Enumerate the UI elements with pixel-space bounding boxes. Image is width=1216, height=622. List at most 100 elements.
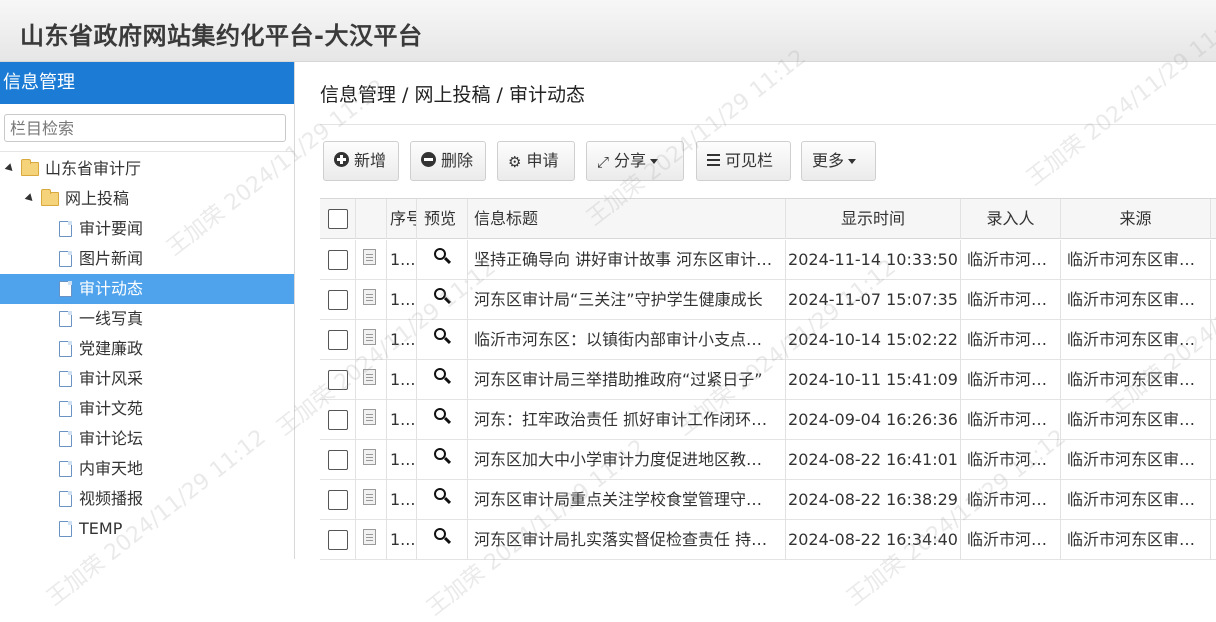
select-all-checkbox[interactable]	[328, 209, 348, 229]
search-icon[interactable]	[434, 448, 446, 460]
row-checkbox[interactable]	[328, 410, 348, 430]
tree-item[interactable]: 审计文苑	[0, 394, 294, 424]
row-title[interactable]: 河东：扛牢政治责任 抓好审计工作闭环…	[468, 400, 786, 440]
row-select-cell	[320, 400, 356, 440]
row-select-cell	[320, 520, 356, 560]
row-title[interactable]: 河东区审计局“三关注”守护学生健康成长	[468, 280, 786, 320]
tree-item[interactable]: 图片新闻	[0, 244, 294, 274]
tree-item[interactable]: 审计论坛	[0, 424, 294, 454]
row-checkbox[interactable]	[328, 530, 348, 550]
delete-button[interactable]: 删除	[410, 141, 486, 181]
row-type-cell	[356, 520, 387, 560]
row-checkbox[interactable]	[328, 450, 348, 470]
main-panel: 信息管理 / 网上投稿 / 审计动态 新增 删除 ⚙ 申请 ⤢ 分享 可见栏 更多 …	[296, 62, 1216, 560]
tree-item-label: 审计动态	[79, 279, 144, 298]
row-checkbox[interactable]	[328, 490, 348, 510]
row-seq: 1...	[387, 520, 417, 560]
row-seq: 1...	[387, 320, 417, 360]
row-title[interactable]: 临沂市河东区：以镇街内部审计小支点…	[468, 320, 786, 360]
search-icon[interactable]	[434, 408, 446, 420]
add-button[interactable]: 新增	[323, 141, 399, 181]
row-preview-cell	[417, 360, 468, 400]
row-source: 临沂市河东区审…	[1061, 480, 1211, 520]
search-icon[interactable]	[434, 528, 446, 540]
tree-item[interactable]: 一线写真	[0, 304, 294, 334]
row-title[interactable]: 河东区加大中小学审计力度促进地区教…	[468, 440, 786, 480]
header-author[interactable]: 录入人	[961, 199, 1061, 239]
row-preview-cell	[417, 320, 468, 360]
table-row[interactable]: 1... 河东区审计局“三关注”守护学生健康成长 2024-11-07 15:07:…	[320, 280, 1216, 320]
search-icon[interactable]	[434, 488, 446, 500]
row-author: 临沂市河…	[961, 240, 1061, 280]
document-icon	[363, 489, 376, 505]
row-source: 临沂市河东区审…	[1061, 440, 1211, 480]
row-checkbox[interactable]	[328, 250, 348, 270]
row-preview-cell	[417, 520, 468, 560]
apply-button[interactable]: ⚙ 申请	[497, 141, 575, 181]
search-icon[interactable]	[434, 368, 446, 380]
table-row[interactable]: 1... 临沂市河东区：以镇街内部审计小支点… 2024-10-14 15:02:2…	[320, 320, 1216, 360]
row-checkbox[interactable]	[328, 330, 348, 350]
row-title[interactable]: 坚持正确导向 讲好审计故事 河东区审计…	[468, 240, 786, 280]
row-author: 临沂市河…	[961, 440, 1061, 480]
tree-item-label: 内审天地	[79, 459, 144, 478]
tree-item[interactable]: 内审天地	[0, 454, 294, 484]
tree-item[interactable]: 审计要闻	[0, 214, 294, 244]
tree-item[interactable]: 山东省审计厅	[0, 154, 294, 184]
delete-button-label: 删除	[441, 151, 474, 170]
visible-columns-button[interactable]: 可见栏	[696, 141, 791, 181]
apply-button-label: 申请	[526, 151, 559, 170]
row-time: 2024-08-22 16:41:01	[786, 440, 961, 480]
folder-icon	[41, 189, 59, 206]
table-row[interactable]: 1... 河东区审计局重点关注学校食堂管理守… 2024-08-22 16:38:2…	[320, 480, 1216, 520]
more-dropdown-button[interactable]: 更多	[801, 141, 876, 181]
row-checkbox[interactable]	[328, 370, 348, 390]
tree-item[interactable]: 视频播报	[0, 484, 294, 514]
column-search-input[interactable]: 栏目检索	[4, 114, 286, 142]
breadcrumb: 信息管理 / 网上投稿 / 审计动态	[320, 84, 585, 106]
row-title[interactable]: 河东区审计局三举措助推政府“过紧日子”	[468, 360, 786, 400]
table-row[interactable]: 1... 河东区审计局扎实落实督促检查责任 持… 2024-08-22 16:34:…	[320, 520, 1216, 560]
header-source[interactable]: 来源	[1061, 199, 1211, 239]
document-icon	[59, 461, 72, 477]
row-type-cell	[356, 480, 387, 520]
table-row[interactable]: 1... 河东区加大中小学审计力度促进地区教… 2024-08-22 16:41:0…	[320, 440, 1216, 480]
expand-caret-icon[interactable]	[4, 163, 16, 174]
header-title[interactable]: 信息标题	[468, 199, 786, 239]
row-seq: 1...	[387, 440, 417, 480]
row-time: 2024-11-14 10:33:50	[786, 240, 961, 280]
header-preview[interactable]: 预览	[417, 199, 468, 239]
expand-caret-icon[interactable]	[24, 193, 36, 204]
tree-item[interactable]: 党建廉政	[0, 334, 294, 364]
row-title[interactable]: 河东区审计局扎实落实督促检查责任 持…	[468, 520, 786, 560]
row-time: 2024-09-04 16:26:36	[786, 400, 961, 440]
row-title[interactable]: 河东区审计局重点关注学校食堂管理守…	[468, 480, 786, 520]
search-icon[interactable]	[434, 248, 446, 260]
table-row[interactable]: 1... 坚持正确导向 讲好审计故事 河东区审计… 2024-11-14 10:33…	[320, 240, 1216, 280]
row-seq: 1...	[387, 360, 417, 400]
row-type-cell	[356, 360, 387, 400]
row-author: 临沂市河…	[961, 520, 1061, 560]
share-button-label: 分享	[614, 151, 647, 170]
chevron-down-icon	[848, 159, 857, 164]
header-time[interactable]: 显示时间	[786, 199, 961, 239]
divider	[0, 151, 294, 152]
table-row[interactable]: 1... 河东区审计局三举措助推政府“过紧日子” 2024-10-11 15:41:…	[320, 360, 1216, 400]
tree-item[interactable]: 审计动态	[0, 274, 294, 304]
tree-item-label: 审计论坛	[79, 429, 144, 448]
tree-item[interactable]: TEMP	[0, 514, 294, 544]
document-icon	[59, 221, 72, 237]
row-checkbox[interactable]	[328, 290, 348, 310]
tree-item-label: 审计风采	[79, 369, 144, 388]
row-preview-cell	[417, 440, 468, 480]
search-icon[interactable]	[434, 288, 446, 300]
header-seq[interactable]: 序号	[387, 199, 417, 239]
tree-item-label: TEMP	[79, 519, 123, 538]
tree-item[interactable]: 网上投稿	[0, 184, 294, 214]
table-row[interactable]: 1... 河东：扛牢政治责任 抓好审计工作闭环… 2024-09-04 16:26:…	[320, 400, 1216, 440]
search-icon[interactable]	[434, 328, 446, 340]
tree-item[interactable]: 审计风采	[0, 364, 294, 394]
row-author: 临沂市河…	[961, 280, 1061, 320]
share-dropdown-button[interactable]: ⤢ 分享	[586, 141, 684, 181]
sidebar: 信息管理 栏目检索 山东省审计厅 网上投稿 审计要闻 图片新闻 审计动态 一线写真 党建廉政…	[0, 62, 295, 559]
